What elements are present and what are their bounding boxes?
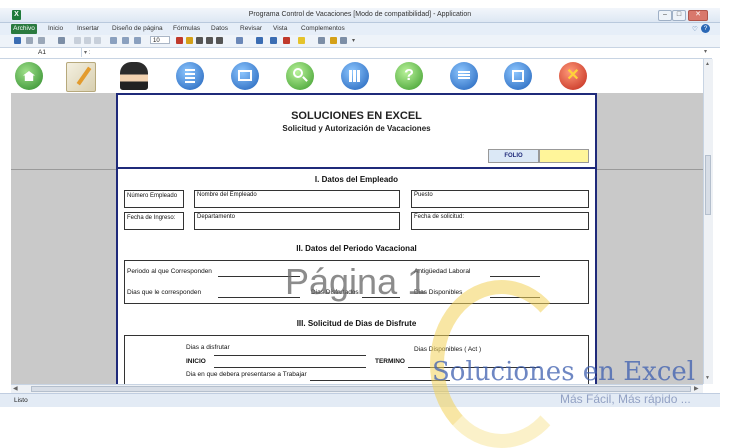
end-label: TERMINO: [375, 358, 405, 365]
department-field[interactable]: Departamento: [194, 212, 400, 230]
tab-insertar[interactable]: Insertar: [77, 25, 99, 32]
window-icon[interactable]: [231, 62, 259, 90]
bold-icon[interactable]: [176, 37, 183, 44]
form-subtitle: Solicitud y Autorización de Vacaciones: [282, 124, 431, 133]
align-right-icon[interactable]: [216, 37, 223, 44]
vertical-scrollbar[interactable]: ▲ ▼: [703, 59, 713, 384]
sheet-gray-left: [11, 93, 116, 384]
section-employee-title: I. Datos del Empleado: [314, 175, 399, 184]
tab-diseno-pagina[interactable]: Diseño de página: [112, 25, 163, 32]
return-date-label: Dia en que debera presentarse a Trabajar: [186, 371, 307, 378]
minimize-button[interactable]: –: [658, 10, 672, 21]
days-entitled-label: Dias que le corresponden: [127, 289, 202, 296]
ribbon-collapse-icon[interactable]: ♡: [692, 25, 698, 33]
expand-formula-icon[interactable]: ▾: [704, 48, 707, 55]
paste-icon[interactable]: [94, 37, 101, 44]
customize-toolbar-icon[interactable]: ▾: [352, 37, 359, 44]
start-label: INICIO: [186, 358, 206, 365]
window-title: Programa Control de Vacaciones [Modo de …: [248, 11, 472, 18]
sum-icon[interactable]: [134, 37, 141, 44]
sort-icon[interactable]: [110, 37, 117, 44]
notepad-icon[interactable]: [66, 62, 96, 92]
tab-datos[interactable]: Datos: [211, 25, 228, 32]
employee-name-field[interactable]: Nombre del Empleado: [194, 190, 400, 208]
brush-icon[interactable]: [330, 37, 337, 44]
print-icon[interactable]: [318, 37, 325, 44]
font-size-select[interactable]: 10: [150, 36, 170, 44]
filter-icon[interactable]: [122, 37, 129, 44]
employee-icon[interactable]: [120, 62, 148, 90]
scroll-left-icon[interactable]: ◀: [13, 385, 18, 392]
save-icon[interactable]: [504, 62, 532, 90]
tab-complementos[interactable]: Complementos: [301, 25, 345, 32]
employee-number-field[interactable]: Número Empleado: [124, 190, 184, 208]
save-small-icon[interactable]: [14, 37, 21, 44]
maximize-button[interactable]: □: [672, 10, 686, 21]
cut-icon[interactable]: [74, 37, 81, 44]
close-icon[interactable]: ✕: [559, 62, 587, 90]
status-text: Listo: [14, 397, 28, 404]
help-circle-icon[interactable]: ?: [701, 24, 710, 33]
brand-watermark-title: Soluciones en Excel: [432, 357, 696, 387]
seniority-line[interactable]: [490, 276, 540, 277]
help-icon[interactable]: ?: [395, 62, 423, 90]
wrap-icon[interactable]: [270, 37, 277, 44]
tab-inicio[interactable]: Inicio: [48, 25, 63, 32]
calculator-icon[interactable]: [176, 62, 204, 90]
tab-revisar[interactable]: Revisar: [240, 25, 262, 32]
sheet-gray-right: [597, 93, 703, 384]
borders-icon[interactable]: [236, 37, 243, 44]
quick-access-toolbar: 10 ▾: [0, 35, 720, 48]
section-period-title: II. Datos del Periodo Vacacional: [296, 244, 417, 253]
formula-bar: A1 ▾ : ▾: [0, 48, 712, 59]
company-title: SOLUCIONES EN EXCEL: [291, 110, 422, 122]
vertical-scroll-thumb[interactable]: [705, 155, 711, 215]
brand-watermark-tagline: Más Fácil, Más rápido ...: [560, 392, 691, 406]
ribbon-tabs: Archivo Inicio Insertar Diseño de página…: [0, 23, 720, 35]
scroll-up-icon[interactable]: ▲: [705, 61, 710, 67]
stack-icon[interactable]: [450, 62, 478, 90]
period-label: Periodo al que Corresponden: [127, 268, 212, 275]
position-field[interactable]: Puesto: [411, 190, 589, 208]
page-number-watermark: Página 1: [285, 261, 428, 302]
days-to-take-line[interactable]: [214, 355, 366, 356]
tab-archivo[interactable]: Archivo: [11, 24, 37, 34]
request-date-field[interactable]: Fecha de solicitud:: [411, 212, 589, 230]
merge-icon[interactable]: [256, 37, 263, 44]
undo-icon[interactable]: [26, 37, 33, 44]
scroll-down-icon[interactable]: ▼: [705, 375, 710, 381]
folio-label: FOLIO: [488, 149, 539, 163]
align-center-icon[interactable]: [206, 37, 213, 44]
folio-field[interactable]: [539, 149, 589, 163]
fill-color-icon[interactable]: [298, 37, 305, 44]
grid-icon[interactable]: [341, 62, 369, 90]
copy-icon[interactable]: [84, 37, 91, 44]
start-date-line[interactable]: [214, 367, 366, 368]
align-left-icon[interactable]: [196, 37, 203, 44]
preview-icon[interactable]: [340, 37, 347, 44]
fx-icon[interactable]: ▾ :: [84, 49, 90, 56]
macro-toolbar: ? ✕: [11, 59, 708, 93]
days-to-take-label: Dias a disfrutar: [186, 344, 230, 351]
font-color-icon[interactable]: [283, 37, 290, 44]
name-box[interactable]: A1: [12, 48, 82, 57]
tab-vista[interactable]: Vista: [273, 25, 287, 32]
return-date-line[interactable]: [310, 380, 450, 381]
search-icon[interactable]: [286, 62, 314, 90]
close-window-button[interactable]: ✕: [688, 10, 708, 21]
title-bar: X Programa Control de Vacaciones [Modo d…: [0, 8, 720, 23]
format-icon[interactable]: [58, 37, 65, 44]
tab-formulas[interactable]: Fórmulas: [173, 25, 200, 32]
hire-date-field[interactable]: Fecha de Ingreso:: [124, 212, 184, 230]
redo-icon[interactable]: [38, 37, 45, 44]
header-divider: [118, 167, 595, 169]
home-icon[interactable]: [15, 62, 43, 90]
highlight-icon[interactable]: [186, 37, 193, 44]
